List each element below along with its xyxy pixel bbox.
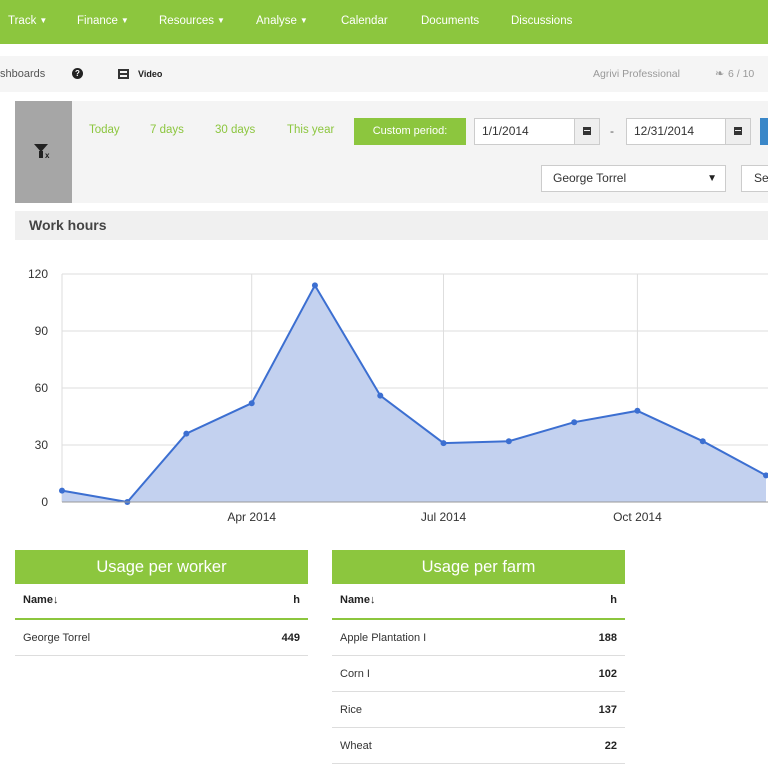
x-tick-label: Oct 2014 <box>613 510 662 524</box>
worker-select-value: George Torrel <box>553 171 627 185</box>
date-range-separator: - <box>610 124 614 138</box>
data-point <box>634 407 641 414</box>
nav-finance[interactable]: Finance ▼ <box>77 0 129 44</box>
calendar-icon <box>734 127 742 135</box>
video-link[interactable]: Video <box>138 56 162 92</box>
farm-name: Corn I <box>340 668 370 680</box>
worker-hours: 449 <box>281 632 300 644</box>
help-icon[interactable]: ? <box>72 68 83 79</box>
nav-documents-label: Documents <box>421 15 480 27</box>
dashboards-link[interactable]: shboards <box>0 56 45 92</box>
date-to-calendar-button[interactable] <box>725 118 751 145</box>
hours-column-header[interactable]: h <box>293 594 300 606</box>
x-tick-label: Apr 2014 <box>227 510 276 524</box>
table-row: George Torrel 449 <box>15 620 308 656</box>
subscription-plan: Agrivi Professional <box>593 68 680 80</box>
date-to-input[interactable]: 12/31/2014 <box>626 118 727 145</box>
date-from-input[interactable]: 1/1/2014 <box>474 118 576 145</box>
nav-discussions-label: Discussions <box>511 15 573 27</box>
data-point <box>59 487 65 494</box>
series-area <box>62 285 766 502</box>
usage-per-worker-title: Usage per worker <box>15 550 308 584</box>
nav-resources[interactable]: Resources ▼ <box>159 0 225 44</box>
filter-stem <box>39 151 43 158</box>
table-row: Corn I 102 <box>332 656 625 692</box>
period-this-year[interactable]: This year <box>287 124 334 136</box>
y-tick-label: 120 <box>28 267 48 281</box>
farm-hours: 22 <box>604 740 617 752</box>
y-tick-label: 90 <box>35 324 49 338</box>
period-7-days[interactable]: 7 days <box>150 124 184 136</box>
hours-column-header[interactable]: h <box>610 594 617 606</box>
filter-x-mark: x <box>45 151 50 160</box>
worker-name: George Torrel <box>23 632 91 644</box>
data-point <box>571 419 578 426</box>
period-30-days[interactable]: 30 days <box>215 124 255 136</box>
farm-hours: 102 <box>598 668 617 680</box>
farm-hours: 137 <box>598 704 617 716</box>
leaf-icon: ❧ <box>715 68 725 80</box>
chevron-down-icon: ▼ <box>216 16 225 25</box>
apply-button[interactable] <box>760 118 768 145</box>
nav-analyse-label: Analyse <box>256 15 297 27</box>
date-from-calendar-button[interactable] <box>574 118 600 145</box>
chevron-down-icon: ▼ <box>299 16 308 25</box>
farm-name: Rice <box>340 704 363 716</box>
section-header: Work hours <box>15 211 768 240</box>
data-point <box>248 400 255 407</box>
table-row: Rice 137 <box>332 692 625 728</box>
name-column-header[interactable]: Name↓ <box>340 594 375 606</box>
farm-name: Apple Plantation I <box>340 632 427 644</box>
nav-documents[interactable]: Documents <box>421 0 479 44</box>
custom-period-button[interactable]: Custom period: <box>354 118 466 145</box>
sub-toolbar: shboards ? Video Agrivi Professional ❧ 6… <box>0 56 768 92</box>
section-title: Work hours <box>29 217 107 233</box>
worker-select[interactable]: George Torrel ▼ <box>541 165 726 192</box>
data-point <box>505 438 512 445</box>
data-point <box>699 438 706 445</box>
table-header-row: Name↓ h <box>15 584 308 620</box>
nav-calendar-label: Calendar <box>341 15 388 27</box>
table-row: Apple Plantation I 188 <box>332 620 625 656</box>
farm-name: Wheat <box>340 740 372 752</box>
data-point <box>311 282 318 289</box>
chevron-down-icon: ▼ <box>120 16 129 25</box>
top-navigation: Track ▼ Finance ▼ Resources ▼ Analyse ▼ Cale… <box>0 0 768 44</box>
data-point <box>183 430 190 437</box>
table-row: Wheat 22 <box>332 728 625 764</box>
usage-per-farm-title: Usage per farm <box>332 550 625 584</box>
y-tick-label: 0 <box>41 495 48 509</box>
y-tick-label: 60 <box>35 381 49 395</box>
dropdown-arrow-icon: ▼ <box>707 173 717 184</box>
work-hours-chart: 0 30 60 90 120 Apr 2014 Jul 2014 Oct 2014 <box>28 267 768 524</box>
secondary-select[interactable]: Se <box>741 165 768 192</box>
nav-resources-label: Resources <box>159 15 214 27</box>
farm-count: 6 / 10 <box>728 68 755 80</box>
data-point <box>440 440 447 447</box>
y-tick-label: 30 <box>35 438 49 452</box>
name-column-header[interactable]: Name↓ <box>23 594 58 606</box>
period-today[interactable]: Today <box>89 124 120 136</box>
clear-filter-button[interactable]: x <box>15 101 72 203</box>
calendar-icon <box>583 127 591 135</box>
nav-track[interactable]: Track ▼ <box>8 0 47 44</box>
farm-hours: 188 <box>598 632 617 644</box>
nav-discussions[interactable]: Discussions <box>511 0 572 44</box>
usage-per-farm-table: Usage per farm Name↓ h Apple Plantation … <box>332 550 625 764</box>
nav-track-label: Track <box>8 15 37 27</box>
nav-finance-label: Finance <box>77 15 118 27</box>
nav-calendar[interactable]: Calendar <box>341 0 388 44</box>
data-point <box>377 392 384 399</box>
nav-analyse[interactable]: Analyse ▼ <box>256 0 308 44</box>
x-tick-label: Jul 2014 <box>421 510 467 524</box>
chevron-down-icon: ▼ <box>39 16 48 25</box>
secondary-select-label: Se <box>754 171 768 185</box>
usage-per-worker-table: Usage per worker Name↓ h George Torrel 4… <box>15 550 308 656</box>
table-header-row: Name↓ h <box>332 584 625 620</box>
film-icon[interactable] <box>118 69 129 79</box>
